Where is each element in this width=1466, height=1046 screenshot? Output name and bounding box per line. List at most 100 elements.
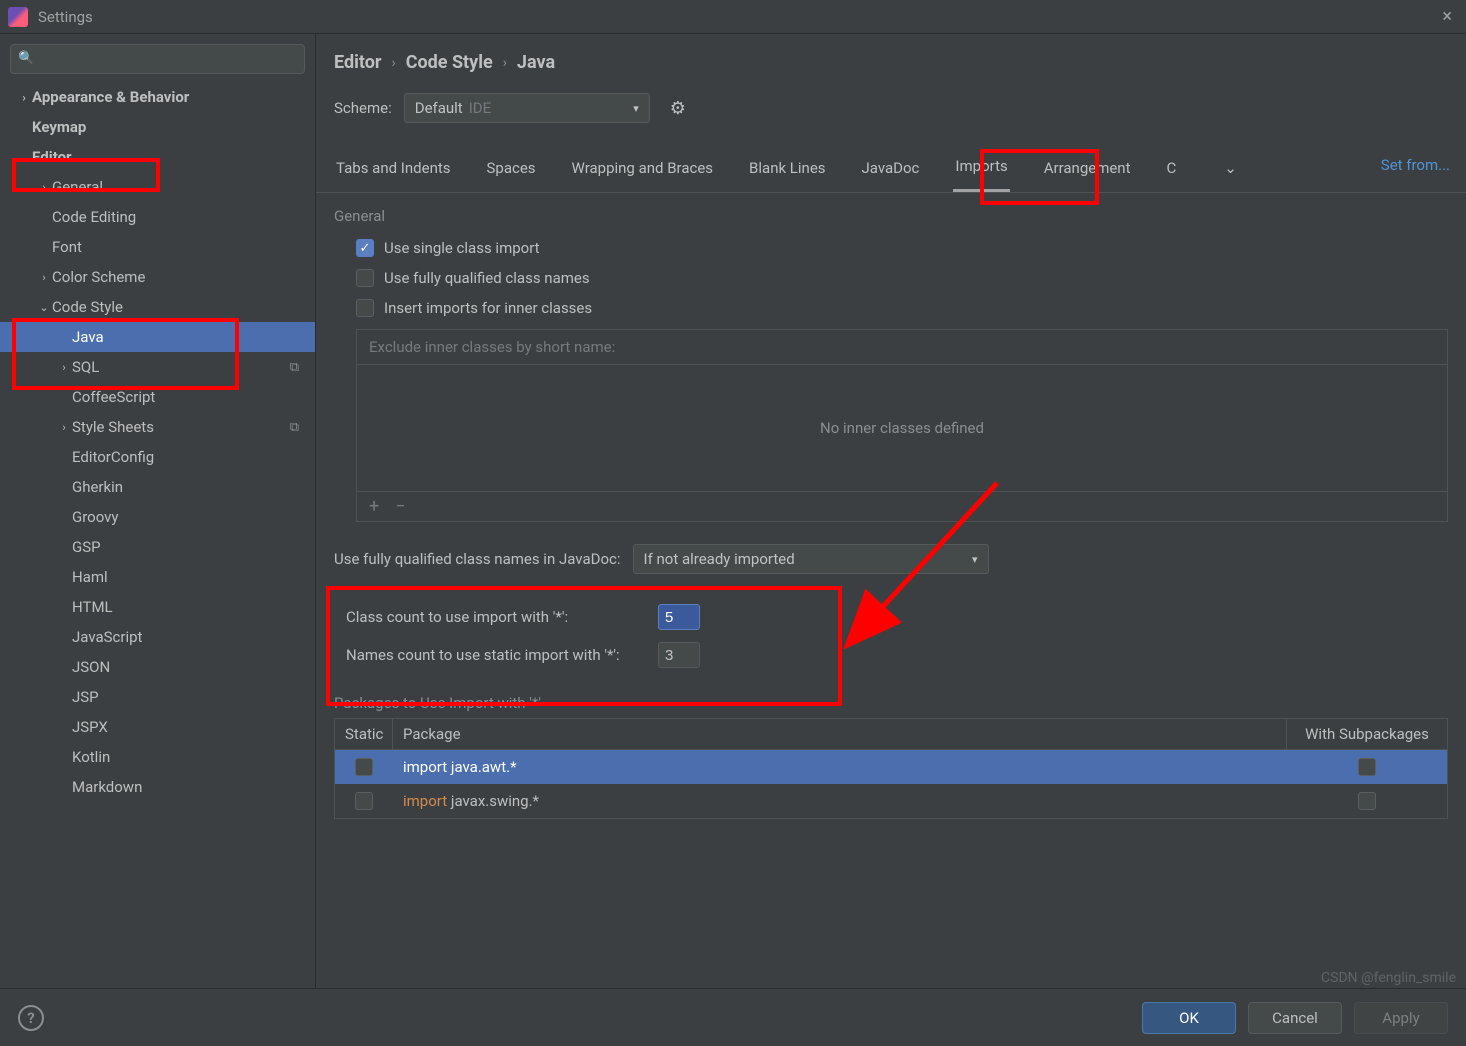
checkbox-icon[interactable] <box>356 269 374 287</box>
apply-button[interactable]: Apply <box>1354 1002 1448 1034</box>
count-block: Class count to use import with '*': Name… <box>334 582 1448 678</box>
scheme-dropdown[interactable]: Default IDE ▾ <box>404 93 650 123</box>
ok-button[interactable]: OK <box>1142 1002 1236 1034</box>
close-icon[interactable]: × <box>1436 6 1458 27</box>
fq-row: Use fully qualified class names in JavaD… <box>334 534 1448 582</box>
scheme-row: Scheme: Default IDE ▾ ⚙ <box>316 79 1466 133</box>
remove-icon[interactable]: − <box>395 496 405 517</box>
sidebar-item-label: JSP <box>72 688 305 706</box>
sidebar-item-java[interactable]: Java <box>0 322 315 352</box>
sidebar-item-label: Java <box>72 328 305 346</box>
tab-imports[interactable]: Imports <box>953 151 1009 192</box>
sidebar-item-gsp[interactable]: GSP <box>0 532 315 562</box>
sidebar-item-label: JSPX <box>72 718 305 736</box>
table-row[interactable]: import java.awt.* <box>335 750 1447 784</box>
sidebar-item-javascript[interactable]: JavaScript <box>0 622 315 652</box>
table-row[interactable]: import javax.swing.* <box>335 784 1447 818</box>
sidebar-item-label: Gherkin <box>72 478 305 496</box>
cb-use-fqcn[interactable]: Use fully qualified class names <box>334 263 1448 293</box>
copy-icon[interactable]: ⧉ <box>290 360 305 375</box>
sidebar-item-label: JavaScript <box>72 628 305 646</box>
names-count-input[interactable] <box>658 642 700 668</box>
sidebar-item-style-sheets[interactable]: ›Style Sheets⧉ <box>0 412 315 442</box>
checkbox-icon[interactable] <box>1358 758 1376 776</box>
section-general-title: General <box>334 201 1448 233</box>
chevron-down-icon[interactable]: ⌄ <box>1222 153 1239 191</box>
add-icon[interactable]: + <box>369 496 379 517</box>
col-package: Package <box>393 719 1287 749</box>
app-icon <box>8 7 28 27</box>
sidebar-item-label: Font <box>52 238 305 256</box>
settings-tree[interactable]: ›Appearance & BehaviorKeymap⌄Editor›Gene… <box>0 82 315 988</box>
checkbox-icon[interactable] <box>1358 792 1376 810</box>
breadcrumb: Editor › Code Style › Java <box>316 34 1466 79</box>
sidebar-item-general[interactable]: ›General <box>0 172 315 202</box>
sidebar-item-groovy[interactable]: Groovy <box>0 502 315 532</box>
sidebar-item-label: CoffeeScript <box>72 388 305 406</box>
main-panel: Editor › Code Style › Java Scheme: Defau… <box>316 34 1466 988</box>
sidebar-item-label: Style Sheets <box>72 418 290 436</box>
sidebar-item-haml[interactable]: Haml <box>0 562 315 592</box>
sidebar-item-editor[interactable]: ⌄Editor <box>0 142 315 172</box>
sidebar-item-label: SQL <box>72 358 290 376</box>
sidebar-item-appearance-behavior[interactable]: ›Appearance & Behavior <box>0 82 315 112</box>
sidebar-item-jsp[interactable]: JSP <box>0 682 315 712</box>
sidebar-item-coffeescript[interactable]: CoffeeScript <box>0 382 315 412</box>
col-subpackages: With Subpackages <box>1287 719 1447 749</box>
checkbox-icon[interactable] <box>355 758 373 776</box>
sidebar-item-font[interactable]: Font <box>0 232 315 262</box>
search-input[interactable] <box>10 44 305 74</box>
exclude-empty-text: No inner classes defined <box>357 365 1447 491</box>
breadcrumb-item: Java <box>517 52 555 73</box>
sidebar-item-code-style[interactable]: ⌄Code Style <box>0 292 315 322</box>
tab-tabs-and-indents[interactable]: Tabs and Indents <box>334 153 453 191</box>
set-from-link[interactable]: Set from... <box>1381 156 1450 174</box>
sidebar-item-markdown[interactable]: Markdown <box>0 772 315 802</box>
sidebar-item-jspx[interactable]: JSPX <box>0 712 315 742</box>
sidebar-item-label: Kotlin <box>72 748 305 766</box>
tab-wrapping-and-braces[interactable]: Wrapping and Braces <box>570 153 716 191</box>
breadcrumb-item[interactable]: Editor <box>334 52 381 73</box>
class-count-input[interactable] <box>658 604 700 630</box>
sidebar-item-gherkin[interactable]: Gherkin <box>0 472 315 502</box>
tab-content: General ✓ Use single class import Use fu… <box>316 193 1466 988</box>
chevron-down-icon: ▾ <box>633 102 639 115</box>
exclude-header: Exclude inner classes by short name: <box>357 330 1447 365</box>
keyword: import <box>403 758 447 776</box>
sidebar-item-json[interactable]: JSON <box>0 652 315 682</box>
breadcrumb-item[interactable]: Code Style <box>406 52 493 73</box>
tab-spaces[interactable]: Spaces <box>485 153 538 191</box>
cb-insert-inner[interactable]: Insert imports for inner classes <box>334 293 1448 323</box>
cb-label: Insert imports for inner classes <box>384 299 592 317</box>
packages-title: Packages to Use Import with '*' <box>334 678 1448 718</box>
gear-icon[interactable]: ⚙ <box>670 98 686 119</box>
checkbox-icon[interactable]: ✓ <box>356 239 374 257</box>
help-icon[interactable]: ? <box>18 1005 44 1031</box>
sidebar-item-editorconfig[interactable]: EditorConfig <box>0 442 315 472</box>
sidebar-item-color-scheme[interactable]: ›Color Scheme <box>0 262 315 292</box>
fq-dropdown[interactable]: If not already imported ▾ <box>633 544 989 574</box>
copy-icon[interactable]: ⧉ <box>290 420 305 435</box>
packages-table: Static Package With Subpackages import j… <box>334 718 1448 819</box>
scheme-suffix: IDE <box>469 99 491 117</box>
cancel-button[interactable]: Cancel <box>1248 1002 1342 1034</box>
tab-blank-lines[interactable]: Blank Lines <box>747 153 827 191</box>
footer: ? OK Cancel Apply <box>0 988 1466 1046</box>
checkbox-icon[interactable] <box>355 792 373 810</box>
tab-arrangement[interactable]: Arrangement <box>1042 153 1133 191</box>
sidebar-item-code-editing[interactable]: Code Editing <box>0 202 315 232</box>
checkbox-icon[interactable] <box>356 299 374 317</box>
sidebar-item-label: Code Style <box>52 298 305 316</box>
scheme-label: Scheme: <box>334 99 392 117</box>
sidebar-item-kotlin[interactable]: Kotlin <box>0 742 315 772</box>
sidebar-item-label: Code Editing <box>52 208 305 226</box>
tab-c[interactable]: C <box>1165 153 1179 191</box>
search-bar: 🔍 <box>10 44 305 74</box>
sidebar-item-keymap[interactable]: Keymap <box>0 112 315 142</box>
tab-javadoc[interactable]: JavaDoc <box>860 153 922 191</box>
cb-single-class-import[interactable]: ✓ Use single class import <box>334 233 1448 263</box>
sidebar-item-html[interactable]: HTML <box>0 592 315 622</box>
sidebar-item-label: Groovy <box>72 508 305 526</box>
col-static: Static <box>335 719 393 749</box>
sidebar-item-sql[interactable]: ›SQL⧉ <box>0 352 315 382</box>
